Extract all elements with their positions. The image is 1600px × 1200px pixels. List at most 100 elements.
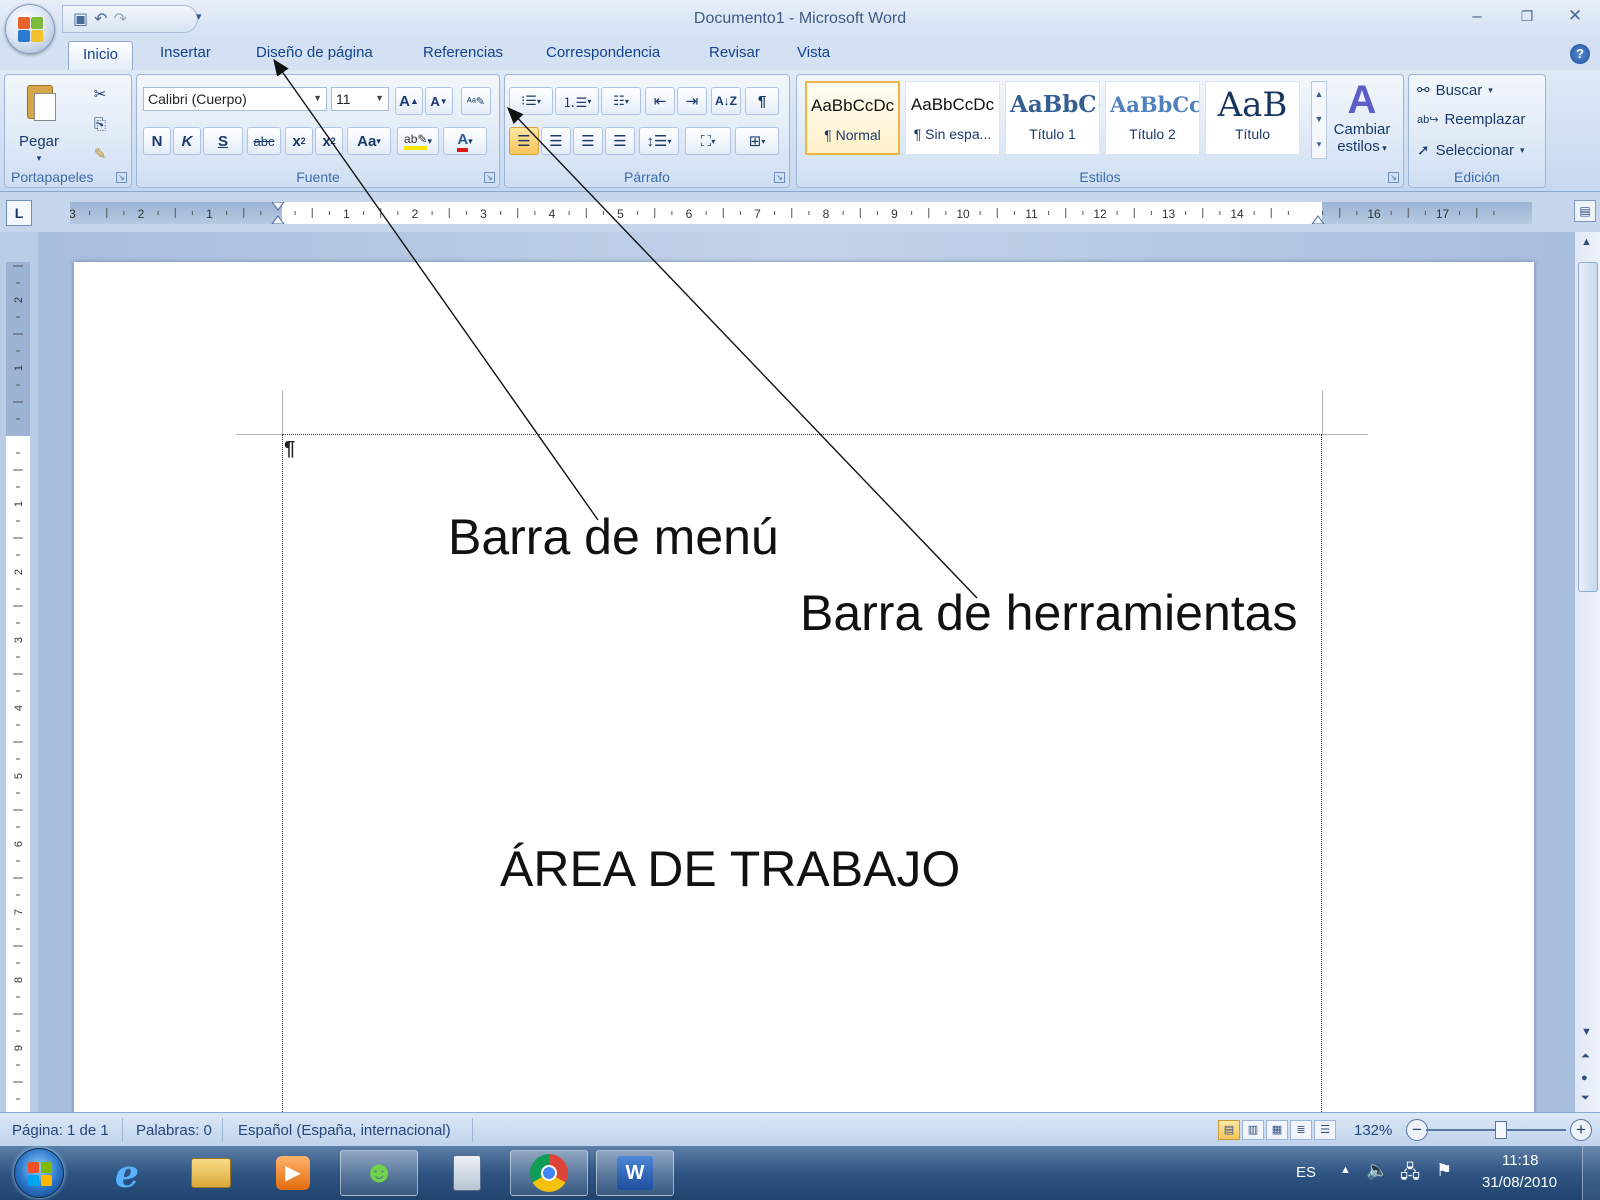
bold-button[interactable]: N (143, 127, 171, 155)
zoom-in-icon[interactable]: + (1570, 1119, 1592, 1141)
format-painter-icon[interactable]: ✎ (87, 141, 113, 167)
tab-vista[interactable]: Vista (797, 44, 830, 61)
font-launcher-icon[interactable]: ↘ (484, 172, 495, 183)
change-case-button[interactable]: Aa ▾ (347, 127, 391, 155)
zoom-slider-thumb[interactable] (1495, 1121, 1507, 1139)
minimize-button[interactable]: – (1462, 6, 1492, 26)
tab-insertar[interactable]: Insertar (160, 44, 211, 61)
font-name-combo[interactable]: Calibri (Cuerpo) ▼ (143, 87, 327, 111)
status-language[interactable]: Español (España, internacional) (238, 1122, 451, 1139)
font-size-combo[interactable]: 11 ▼ (331, 87, 389, 111)
clock-date[interactable]: 31/08/2010 (1482, 1174, 1557, 1191)
borders-button[interactable]: ⊞ ▾ (735, 127, 779, 155)
underline-button[interactable]: S (203, 127, 243, 155)
outline-view-icon[interactable]: ≣ (1290, 1120, 1312, 1140)
paragraph-launcher-icon[interactable]: ↘ (774, 172, 785, 183)
scroll-down-icon[interactable]: ▼ (1581, 1026, 1592, 1038)
horizontal-ruler[interactable]: 3 2 1 1 2 3 4 5 6 7 8 9 10 11 12 13 14 16 17 (70, 202, 1532, 224)
tab-referencias[interactable]: Referencias (423, 44, 503, 61)
internet-explorer-icon[interactable]: e (88, 1150, 166, 1196)
status-words[interactable]: Palabras: 0 (136, 1122, 212, 1139)
zoom-level[interactable]: 132% (1354, 1122, 1392, 1139)
media-player-icon[interactable]: ▶ (254, 1150, 332, 1196)
file-explorer-icon[interactable] (172, 1150, 250, 1196)
tab-correspondencia[interactable]: Correspondencia (546, 44, 660, 61)
paragraph-mark[interactable]: ¶ (284, 438, 295, 461)
web-layout-icon[interactable]: ▦ (1266, 1120, 1288, 1140)
vertical-ruler[interactable]: 2 1 1 2 3 4 5 6 7 8 9 (6, 262, 30, 1112)
chrome-icon[interactable] (510, 1150, 588, 1196)
increase-indent-button[interactable]: ⇥ (677, 87, 707, 115)
tab-selector-button[interactable]: L (6, 200, 32, 226)
align-center-button[interactable]: ☰ (541, 127, 571, 155)
select-button[interactable]: ➚ Seleccionar ▾ (1417, 141, 1525, 160)
paste-dropdown-icon[interactable]: ▾ (15, 153, 63, 164)
office-button[interactable] (5, 4, 55, 54)
clock-time[interactable]: 11:18 (1502, 1152, 1538, 1169)
browse-object-icon[interactable]: ● (1581, 1072, 1588, 1084)
bullets-button[interactable]: ⁝☰ ▾ (509, 87, 553, 115)
scroll-up-icon[interactable]: ▲ (1581, 236, 1592, 248)
show-formatting-button[interactable]: ¶ (745, 87, 779, 115)
tab-diseno-de-pagina[interactable]: Diseño de página (256, 44, 373, 61)
view-ruler-icon[interactable]: ▤ (1574, 200, 1596, 222)
full-screen-reading-icon[interactable]: ▥ (1242, 1120, 1264, 1140)
line-spacing-button[interactable]: ↕☰ ▾ (639, 127, 679, 155)
print-layout-view-icon[interactable]: ▤ (1218, 1120, 1240, 1140)
styles-launcher-icon[interactable]: ↘ (1388, 172, 1399, 183)
change-styles-button[interactable]: A Cambiar estilos ▾ (1327, 79, 1397, 169)
align-left-button[interactable]: ☰ (509, 127, 539, 155)
justify-button[interactable]: ☰ (605, 127, 635, 155)
document-page[interactable]: ¶ (74, 262, 1534, 1112)
status-page[interactable]: Página: 1 de 1 (12, 1122, 109, 1139)
find-button[interactable]: ⚯ Buscar ▾ (1417, 81, 1493, 100)
scroll-thumb[interactable] (1578, 262, 1598, 592)
zoom-out-icon[interactable]: − (1406, 1119, 1428, 1141)
style-title[interactable]: AaB Título (1205, 81, 1300, 155)
style-no-spacing[interactable]: AaBbCcDc ¶ Sin espa... (905, 81, 1000, 155)
draft-view-icon[interactable]: ☰ (1314, 1120, 1336, 1140)
styles-scroll[interactable]: ▲ ▼ ▾ (1311, 81, 1327, 159)
help-icon[interactable]: ? (1570, 44, 1590, 64)
superscript-button[interactable]: x2 (315, 127, 343, 155)
numbering-button[interactable]: ⒈☰ ▾ (555, 87, 599, 115)
show-hidden-icons-icon[interactable]: ▲ (1340, 1164, 1351, 1176)
multilevel-list-button[interactable]: ☷ ▾ (601, 87, 641, 115)
decrease-indent-button[interactable]: ⇤ (645, 87, 675, 115)
restore-button[interactable]: ❐ (1512, 8, 1542, 25)
previous-page-icon[interactable]: ⏶ (1581, 1050, 1590, 1063)
action-center-flag-icon[interactable]: ⚑ (1436, 1160, 1452, 1181)
highlight-button[interactable]: ab✎ ▾ (397, 127, 439, 155)
start-button[interactable] (14, 1148, 64, 1198)
word-taskbar-icon[interactable]: W (596, 1150, 674, 1196)
subscript-button[interactable]: x2 (285, 127, 313, 155)
volume-icon[interactable]: 🔈 (1366, 1160, 1388, 1181)
network-icon[interactable]: 🖧 (1400, 1160, 1420, 1190)
tab-inicio[interactable]: Inicio (68, 41, 134, 71)
shading-button[interactable]: ⛶ ▾ (685, 127, 731, 155)
copy-icon[interactable]: ⎘ (87, 111, 113, 137)
sort-button[interactable]: A↓Z (711, 87, 741, 115)
messenger-icon[interactable]: ☻ (340, 1150, 418, 1196)
shrink-font-button[interactable]: A ▼ (425, 87, 453, 115)
font-color-button[interactable]: A ▾ (443, 127, 487, 155)
style-heading-2[interactable]: AaBbCc Título 2 (1105, 81, 1200, 155)
paste-button[interactable]: Pegar ▾ (15, 81, 63, 167)
strikethrough-button[interactable]: abc (247, 127, 281, 155)
tab-revisar[interactable]: Revisar (709, 44, 760, 61)
language-indicator[interactable]: ES (1296, 1164, 1316, 1181)
style-heading-1[interactable]: AaBbC( Título 1 (1005, 81, 1100, 155)
italic-button[interactable]: K (173, 127, 201, 155)
calculator-icon[interactable] (428, 1150, 506, 1196)
clear-format-button[interactable]: ᴬᵃ✎ (461, 87, 491, 115)
cut-icon[interactable]: ✂ (87, 81, 113, 107)
show-desktop-button[interactable] (1582, 1146, 1600, 1200)
grow-font-button[interactable]: A ▲ (395, 87, 423, 115)
style-normal[interactable]: AaBbCcDc ¶ Normal (805, 81, 900, 155)
close-button[interactable]: ✕ (1560, 6, 1590, 26)
clipboard-launcher-icon[interactable]: ↘ (116, 172, 127, 183)
vertical-scrollbar[interactable]: ▲ ▼ ⏶ ● ⏷ (1574, 232, 1600, 1112)
align-right-button[interactable]: ☰ (573, 127, 603, 155)
replace-button[interactable]: ab↪ Reemplazar (1417, 111, 1525, 128)
next-page-icon[interactable]: ⏷ (1581, 1092, 1590, 1105)
